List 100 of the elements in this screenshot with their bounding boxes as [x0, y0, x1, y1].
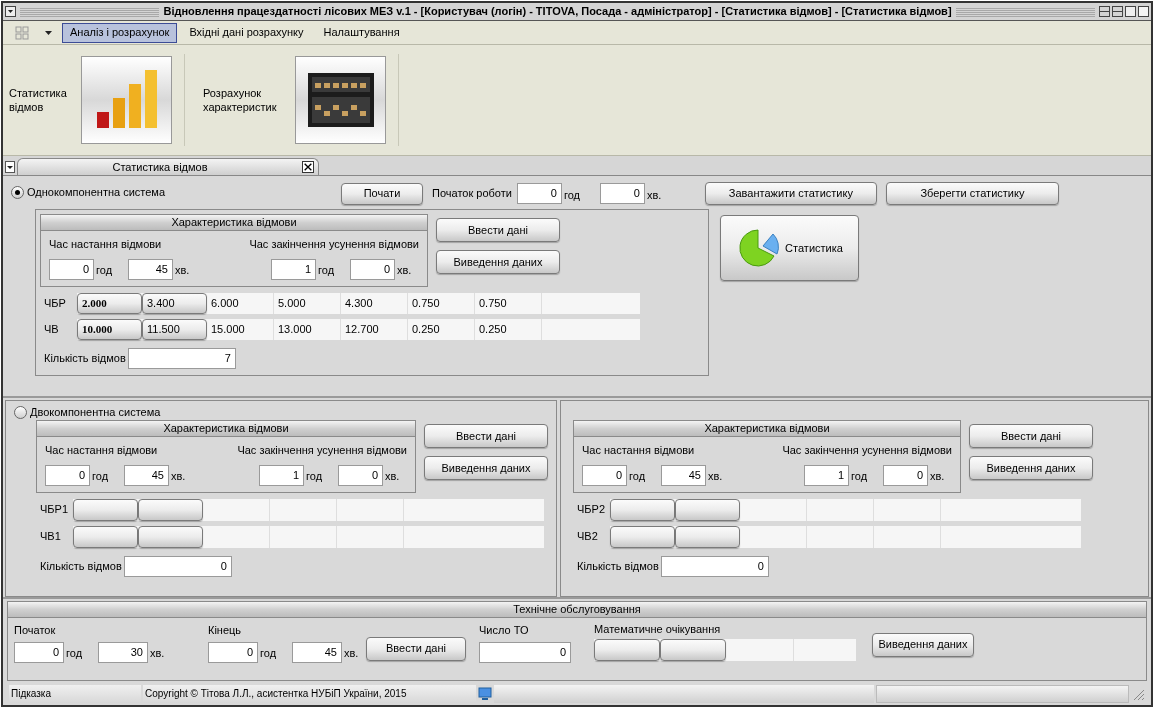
input-field[interactable]: 0	[516, 183, 562, 204]
input-field[interactable]: 1	[259, 464, 304, 486]
unit-label: хв.	[344, 646, 360, 661]
input-field[interactable]: 0	[582, 464, 627, 486]
start-button[interactable]: Почати	[341, 182, 423, 205]
input-field[interactable]: 0	[479, 641, 571, 663]
output-data-button[interactable]: Виведення даних	[969, 456, 1093, 480]
radio-button[interactable]	[11, 185, 24, 199]
unit-label: хв.	[150, 646, 166, 661]
resize-grip-icon[interactable]	[1131, 687, 1145, 701]
count-field[interactable]: 0	[660, 555, 769, 577]
radio-button[interactable]	[14, 405, 27, 419]
value-button[interactable]	[138, 525, 203, 548]
count-field[interactable]: 0	[123, 555, 232, 577]
input-field[interactable]: 45	[124, 464, 169, 486]
statistics-button[interactable]: Статистика	[720, 215, 859, 281]
input-field[interactable]: 0	[49, 258, 94, 280]
input-field[interactable]: 0	[350, 258, 395, 280]
value-button[interactable]: 2.000	[77, 292, 142, 314]
row-label: ЧВ	[44, 321, 60, 337]
copyright-text: Copyright © Тітова Л.Л., асистентка НУБіП України, 2015	[143, 685, 476, 703]
save-statistics-button[interactable]: Зберегти статистику	[885, 182, 1059, 205]
input-field[interactable]: 45	[661, 464, 706, 486]
monitor-icon	[478, 687, 492, 701]
radio-label: Двокомпонентна система	[30, 405, 161, 420]
load-statistics-button[interactable]: Завантажити статистику	[704, 182, 877, 205]
field-label: Початок роботи	[432, 186, 512, 202]
tab-list-icon[interactable]	[5, 161, 15, 173]
input-field[interactable]: 1	[271, 258, 316, 280]
field-label: Час настання відмови	[582, 443, 695, 458]
value-button[interactable]	[138, 498, 203, 521]
tile-vertical-icon[interactable]	[1112, 6, 1123, 17]
table-cell: 15.000	[207, 318, 274, 340]
menu-item[interactable]: Вхідні дані розрахунку	[181, 22, 312, 43]
value-button[interactable]	[73, 498, 138, 521]
maximize-icon[interactable]	[1138, 6, 1149, 17]
table-cell: 0.750	[475, 292, 542, 314]
value-button[interactable]	[675, 525, 740, 548]
group-header: Характеристика відмови	[41, 215, 427, 231]
table-cell: 12.700	[341, 318, 408, 340]
ribbon-button[interactable]	[81, 56, 172, 144]
table-cell: 0.250	[475, 318, 542, 340]
tile-horizontal-icon[interactable]	[1099, 6, 1110, 17]
input-field[interactable]: 45	[292, 641, 342, 663]
output-data-button[interactable]: Виведення даних	[872, 632, 974, 657]
field-label: Кінець	[208, 623, 243, 638]
dropdown-caret-icon[interactable]	[45, 30, 52, 35]
field-label: Час настання відмови	[45, 443, 158, 458]
output-data-button[interactable]: Виведення даних	[436, 250, 560, 274]
input-field[interactable]: 1	[804, 464, 849, 486]
value-button[interactable]	[610, 498, 675, 521]
value-button[interactable]	[675, 498, 740, 521]
radio-label: Однокомпонентна система	[27, 185, 166, 200]
input-field[interactable]: 0	[14, 641, 64, 663]
table-cell: 5.000	[274, 292, 341, 314]
field-label: Час закінчення усунення відмови	[782, 443, 952, 458]
enter-data-button[interactable]: Ввести дані	[424, 424, 548, 448]
value-button[interactable]	[610, 525, 675, 548]
input-field[interactable]: 45	[128, 258, 173, 280]
menu-item[interactable]: Аналіз і розрахунок	[62, 22, 178, 43]
row-label: ЧБР	[44, 295, 67, 311]
value-button[interactable]	[73, 525, 138, 548]
field-label: Час настання відмови	[49, 237, 162, 252]
input-field[interactable]: 30	[98, 641, 148, 663]
unit-label: хв.	[708, 469, 724, 484]
unit-label: хв.	[171, 469, 187, 484]
value-button[interactable]: 3.400	[142, 292, 207, 314]
close-icon[interactable]	[302, 161, 314, 173]
menu-icon[interactable]	[5, 6, 16, 17]
unit-label: год	[318, 263, 336, 278]
input-field[interactable]: 0	[45, 464, 90, 486]
group-header: Характеристика відмови	[37, 421, 415, 437]
value-button[interactable]: 10.000	[77, 318, 142, 340]
value-button[interactable]	[660, 638, 726, 661]
unit-label: год	[260, 646, 278, 661]
tab-label: Статистика відмов	[111, 159, 209, 175]
document-tab[interactable]: Статистика відмов	[17, 158, 319, 175]
output-data-button[interactable]: Виведення даних	[424, 456, 548, 480]
unit-label: год	[96, 263, 114, 278]
input-field[interactable]: 0	[883, 464, 928, 486]
unit-label: хв.	[175, 263, 191, 278]
row-label: ЧВ2	[577, 529, 599, 545]
input-field[interactable]: 0	[599, 183, 645, 204]
ribbon-label: Розрахунок характеристик	[203, 86, 278, 114]
value-button[interactable]	[594, 638, 660, 661]
unit-label: год	[563, 187, 581, 203]
count-field[interactable]: 7	[127, 347, 236, 369]
field-label: Час закінчення усунення відмови	[249, 237, 419, 252]
enter-data-button[interactable]: Ввести дані	[436, 218, 560, 242]
value-button[interactable]: 11.500	[142, 318, 207, 340]
restore-icon[interactable]	[1125, 6, 1136, 17]
row-label: ЧБР1	[40, 502, 69, 518]
enter-data-button[interactable]: Ввести дані	[366, 636, 466, 661]
enter-data-button[interactable]: Ввести дані	[969, 424, 1093, 448]
input-field[interactable]: 0	[208, 641, 258, 663]
group-header: Характеристика відмови	[574, 421, 960, 437]
group-header: Технічне обслуговування	[8, 602, 1146, 618]
menu-item[interactable]: Налаштування	[315, 22, 408, 43]
ribbon-button[interactable]	[295, 56, 386, 144]
input-field[interactable]: 0	[338, 464, 383, 486]
